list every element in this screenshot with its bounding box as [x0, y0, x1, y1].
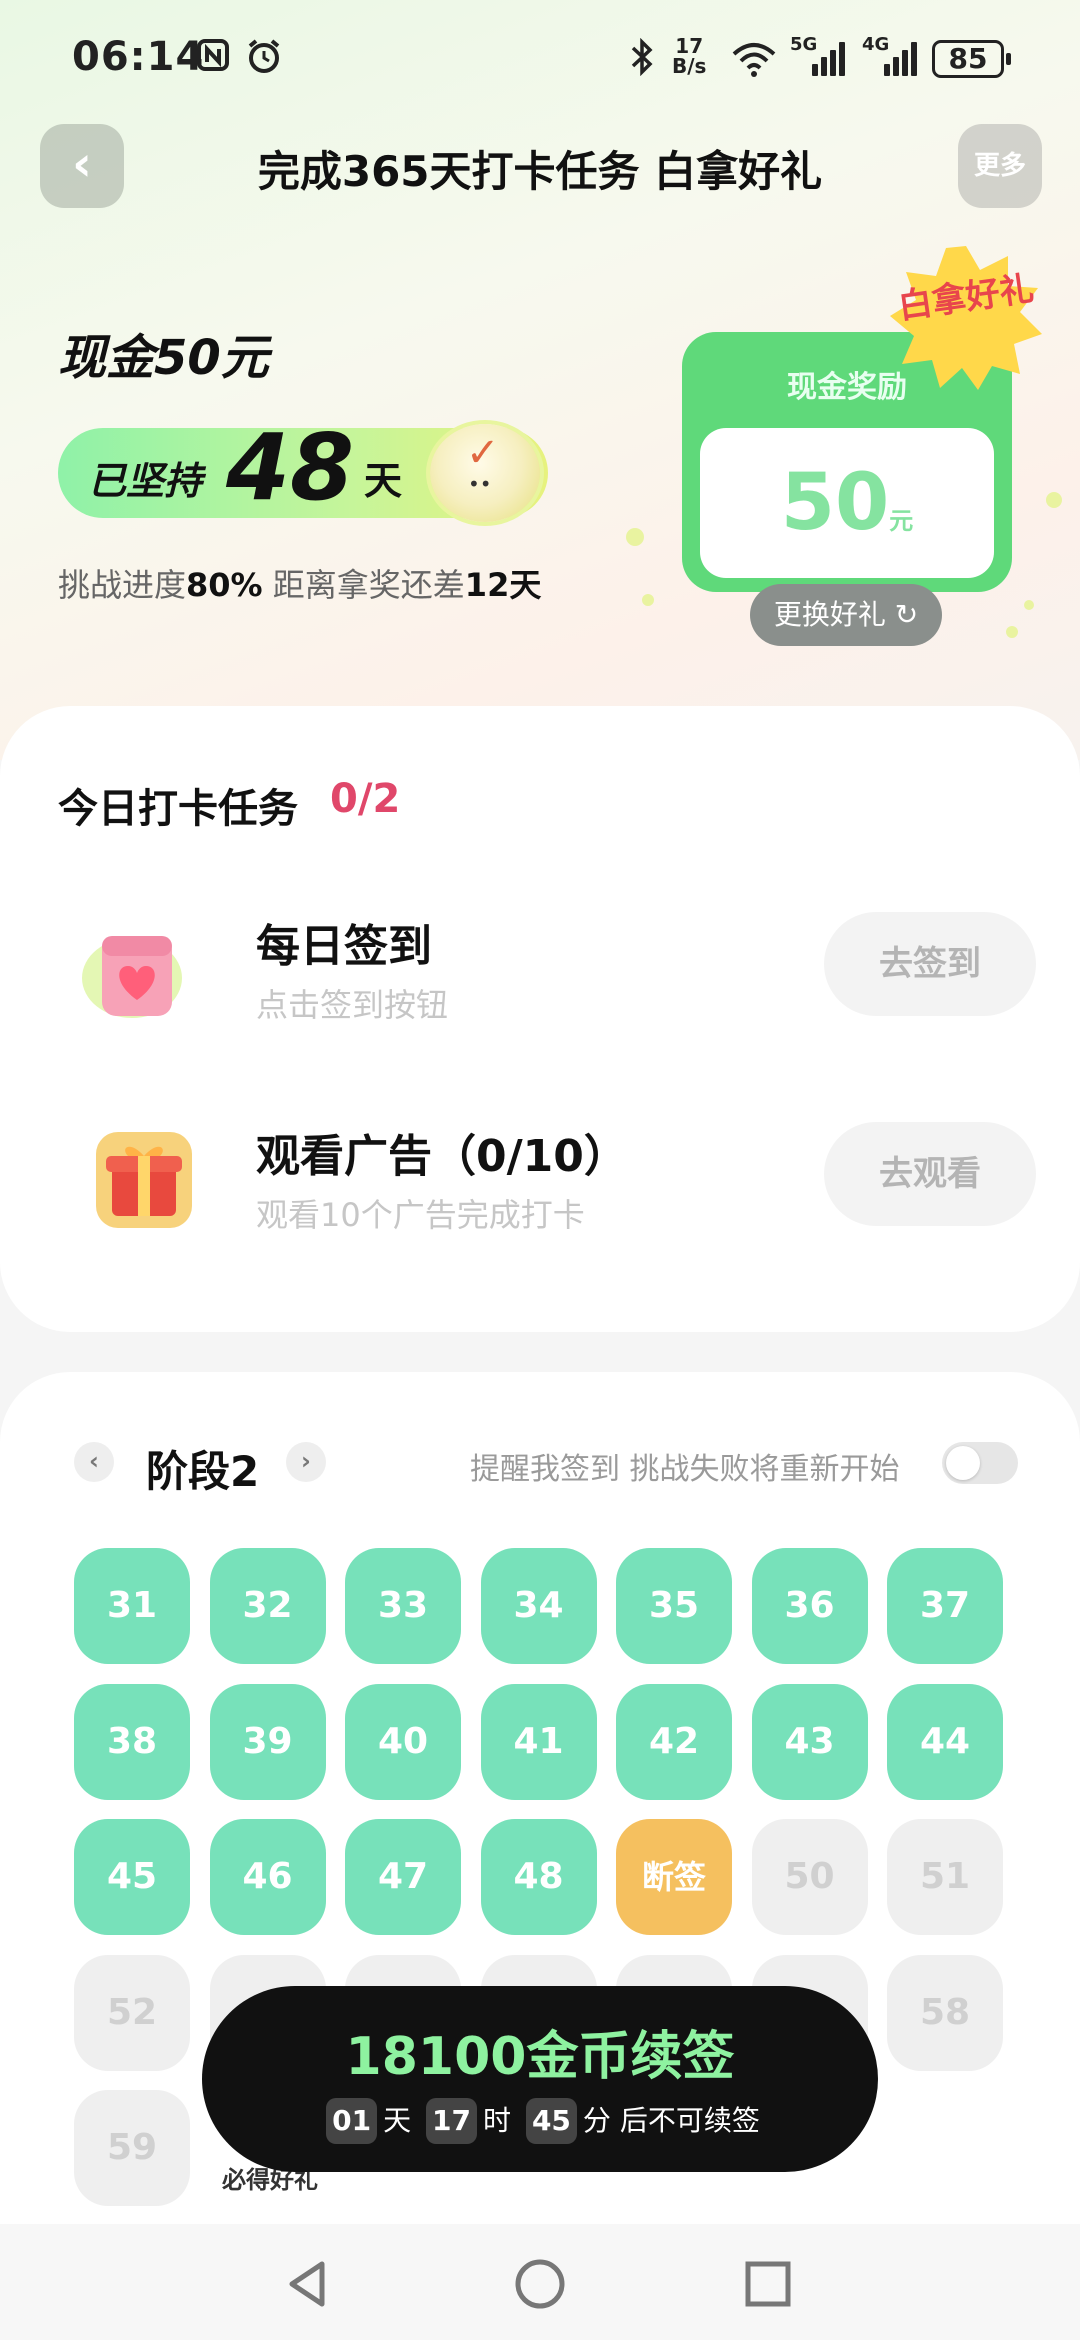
sign-in-button[interactable]: 去签到 — [824, 912, 1036, 1016]
sparkle-dot — [1046, 492, 1062, 508]
tasks-heading: 今日打卡任务 — [58, 786, 298, 832]
day-cell[interactable]: 32 — [209, 1548, 326, 1664]
days-unit: 天 — [383, 2104, 412, 2137]
day-cell[interactable]: 47 — [345, 1819, 461, 1935]
cash-unit: 元 — [889, 507, 914, 535]
cash-amount: 50 — [780, 458, 890, 548]
progress-label: 挑战进度 — [58, 566, 187, 604]
day-cell[interactable]: 58 — [887, 1954, 1003, 2071]
gift-icon — [86, 1118, 206, 1238]
renew-countdown: 01 天 17 时 45 分 后不可续签 — [202, 2098, 878, 2144]
stage-card: ‹ 阶段2 › 提醒我签到 挑战失败将重新开始 31 32 33 34 35 36 37 38… — [0, 1372, 1080, 2340]
nfc-icon — [196, 38, 230, 80]
nav-home-icon[interactable] — [500, 2244, 580, 2324]
progress-percent: 80% — [186, 566, 263, 604]
day-cell[interactable]: 52 — [74, 1954, 190, 2071]
next-stage-button[interactable]: › — [286, 1442, 326, 1482]
checkmark-icon: ✓ — [466, 430, 500, 476]
stage-label: 阶段2 — [146, 1447, 260, 1496]
watch-ads-button[interactable]: 去观看 — [824, 1122, 1036, 1226]
battery-icon: 85 — [932, 40, 1011, 78]
alarm-icon — [246, 38, 282, 82]
streak-pill: 已坚持 48 天 ✓ •• — [58, 414, 548, 522]
day-cell[interactable]: 断签 — [616, 1819, 732, 1935]
day-cell[interactable]: 51 — [887, 1819, 1003, 1935]
hours-unit: 时 — [483, 2104, 512, 2137]
streak-prefix: 已坚持 — [88, 459, 203, 503]
daily-tasks-card: 今日打卡任务 0/2 每日签到 点击签到按钮 去签到 观看广告（0/10） 观看… — [0, 706, 1080, 1332]
day-cell[interactable]: 33 — [345, 1548, 461, 1664]
days-left-label: 距离拿奖还差 — [262, 566, 465, 604]
day-cell[interactable]: 50 — [751, 1819, 868, 1935]
sparkle-dot — [1006, 626, 1018, 638]
task-subtitle: 观看10个广告完成打卡 — [256, 1196, 585, 1234]
day-cell[interactable]: 46 — [209, 1819, 326, 1935]
streak-unit: 天 — [364, 459, 403, 503]
signal-4g-icon — [884, 40, 924, 76]
remind-text: 提醒我签到 挑战失败将重新开始 — [470, 1452, 900, 1487]
prev-stage-button[interactable]: ‹ — [74, 1442, 114, 1482]
day-cell[interactable]: 45 — [74, 1819, 190, 1935]
streak-days: 48 — [226, 414, 355, 521]
wifi-icon — [730, 40, 778, 86]
network-speed: 17 B/s — [672, 36, 706, 76]
net-speed-unit: B/s — [672, 54, 707, 78]
net-speed-value: 17 — [675, 34, 704, 58]
challenge-progress: 挑战进度80% 距离拿奖还差12天 — [58, 560, 541, 606]
countdown-hours: 17 — [426, 2098, 478, 2144]
system-nav-bar — [0, 2224, 1080, 2340]
cash-card-inner: 50元 — [700, 428, 994, 578]
mascot-egg-icon: ✓ •• — [430, 424, 540, 522]
status-bar: 06:14 17 B/s 5G 4G 85 — [0, 0, 1080, 120]
day-cell[interactable]: 35 — [616, 1548, 732, 1664]
day-cell[interactable]: 59 — [74, 2090, 190, 2206]
cash-value: 50元 — [700, 458, 994, 548]
mascot-face-icon: •• — [468, 472, 492, 496]
task-subtitle: 点击签到按钮 — [256, 986, 449, 1024]
more-button[interactable]: 更多 — [958, 124, 1042, 208]
task-title: 观看广告（0/10） — [256, 1131, 628, 1182]
page-title: 完成365天打卡任务 白拿好礼 — [257, 147, 823, 196]
nav-back-icon[interactable] — [268, 2244, 348, 2324]
sparkle-dot — [642, 594, 654, 606]
day-cell[interactable]: 41 — [480, 1683, 597, 1800]
swap-gift-button[interactable]: 更换好礼 ↻ — [750, 584, 942, 646]
status-time: 06:14 — [72, 34, 205, 80]
day-cell[interactable]: 37 — [887, 1548, 1003, 1664]
nav-recents-icon[interactable] — [728, 2244, 808, 2324]
toggle-knob — [946, 1446, 980, 1480]
day-cell[interactable]: 43 — [751, 1683, 868, 1800]
renew-banner[interactable]: 18100金币续签 01 天 17 时 45 分 后不可续签 — [202, 1986, 878, 2172]
task-title: 每日签到 — [256, 921, 432, 972]
day-cell[interactable]: 36 — [751, 1548, 868, 1664]
sparkle-dot — [626, 528, 644, 546]
signal-5g-icon — [812, 40, 852, 76]
day-cell[interactable]: 39 — [209, 1683, 326, 1800]
tasks-count: 0/2 — [330, 776, 401, 822]
day-cell[interactable]: 42 — [616, 1683, 732, 1800]
day-cell[interactable]: 34 — [480, 1548, 597, 1664]
day-cell[interactable]: 48 — [480, 1819, 597, 1935]
day-cell[interactable]: 31 — [74, 1548, 190, 1664]
days-left-value: 12天 — [464, 566, 542, 604]
free-gift-badge: 白拿好礼 — [886, 242, 1046, 392]
day-cell[interactable]: 44 — [887, 1683, 1003, 1800]
sparkle-dot — [1024, 600, 1034, 610]
minutes-unit: 分 — [582, 2104, 611, 2137]
remind-toggle[interactable] — [942, 1442, 1018, 1484]
countdown-minutes: 45 — [525, 2098, 577, 2144]
renew-title: 18100金币续签 — [345, 2027, 735, 2087]
renew-suffix: 后不可续签 — [619, 2104, 760, 2137]
day-cell[interactable]: 38 — [74, 1683, 190, 1800]
countdown-days: 01 — [326, 2098, 378, 2144]
bluetooth-icon — [628, 37, 656, 84]
reward-title: 现金50元 — [58, 330, 269, 386]
calendar-heart-icon — [76, 910, 196, 1030]
day-cell[interactable]: 40 — [345, 1683, 461, 1800]
